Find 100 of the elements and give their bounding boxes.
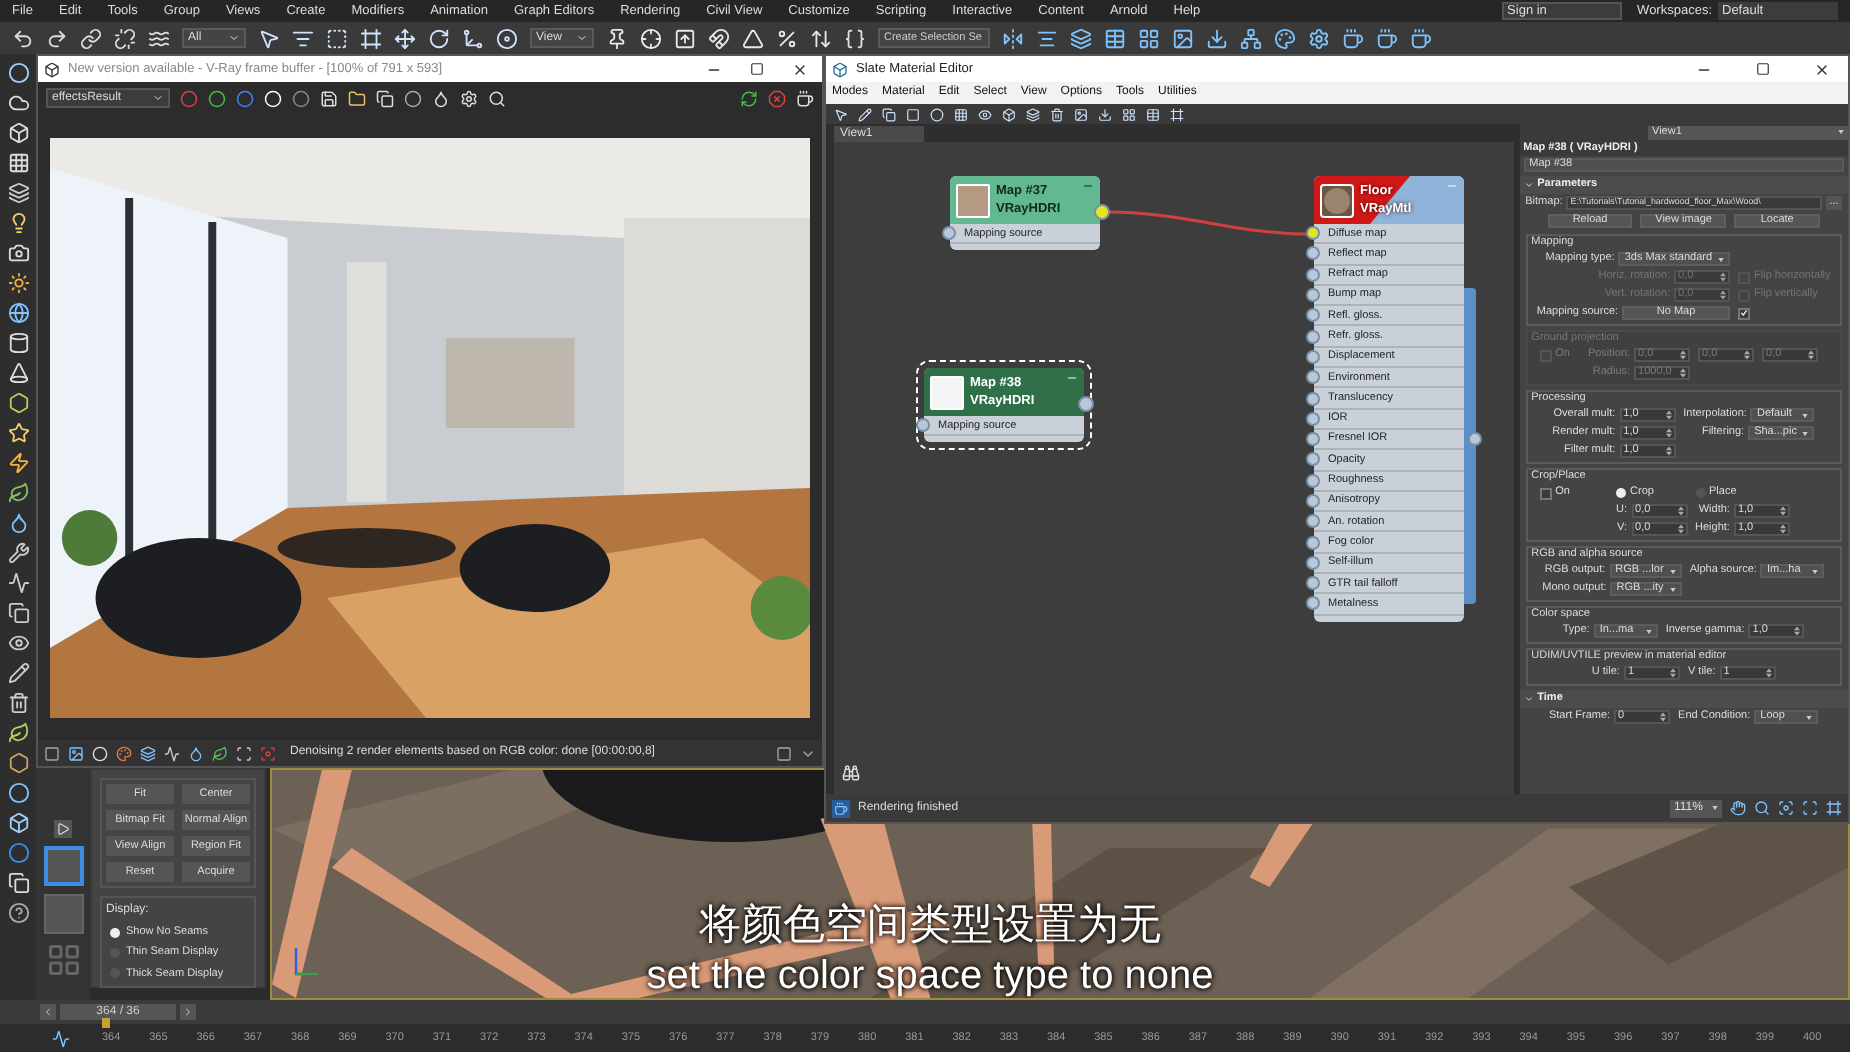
cylinder-icon[interactable]	[7, 332, 29, 354]
image-icon[interactable]	[1172, 27, 1194, 49]
layers-icon[interactable]	[7, 182, 29, 204]
input-socket[interactable]	[1306, 267, 1320, 282]
input-socket[interactable]	[1306, 473, 1320, 488]
percent-icon[interactable]	[776, 27, 798, 49]
droplet-icon[interactable]	[188, 745, 204, 761]
input-socket[interactable]	[1306, 226, 1320, 241]
circle-icon[interactable]	[7, 62, 29, 84]
magnet-icon[interactable]	[708, 27, 730, 49]
output-socket[interactable]	[1094, 204, 1110, 220]
crosshair-icon[interactable]	[640, 27, 662, 49]
settings-icon[interactable]	[460, 89, 478, 107]
layers-icon[interactable]	[1070, 27, 1092, 49]
refresh-icon[interactable]	[740, 89, 758, 107]
cube-icon[interactable]	[7, 122, 29, 144]
input-socket[interactable]	[1306, 391, 1320, 406]
close-icon[interactable]	[792, 61, 808, 77]
input-socket[interactable]	[1306, 246, 1320, 261]
output-socket[interactable]	[1468, 432, 1482, 446]
teapot-icon[interactable]	[796, 89, 814, 107]
unlink-icon[interactable]	[114, 27, 136, 49]
teapot-icon[interactable]	[1410, 27, 1432, 49]
input-socket[interactable]	[1306, 370, 1320, 385]
radio-button[interactable]	[1616, 488, 1627, 498]
channel-dot-icon[interactable]	[236, 89, 254, 107]
wrench-icon[interactable]	[7, 542, 29, 564]
copy-icon[interactable]	[376, 89, 394, 107]
input-socket[interactable]	[1306, 576, 1320, 591]
search-icon[interactable]	[1754, 800, 1770, 816]
input-socket[interactable]	[1306, 432, 1320, 447]
grid-icon[interactable]	[7, 152, 29, 174]
wave-icon[interactable]	[148, 27, 170, 49]
move-icon[interactable]	[394, 27, 416, 49]
lightbulb-icon[interactable]	[7, 212, 29, 234]
scan-icon[interactable]	[1802, 800, 1818, 816]
hexagon-icon[interactable]	[7, 752, 29, 774]
stop-icon[interactable]	[768, 89, 786, 107]
droplet-icon[interactable]	[432, 89, 450, 107]
undo-icon[interactable]	[12, 27, 34, 49]
trash-icon[interactable]	[7, 692, 29, 714]
sphere-icon[interactable]	[7, 782, 29, 804]
schematic-icon[interactable]	[1240, 27, 1262, 49]
play-icon[interactable]	[54, 820, 72, 838]
channel-dot-icon[interactable]	[208, 89, 226, 107]
braces-icon[interactable]	[844, 27, 866, 49]
pencil-icon[interactable]	[858, 107, 872, 121]
download-icon[interactable]	[1206, 27, 1228, 49]
pencil-icon[interactable]	[7, 662, 29, 684]
dashed-square-icon[interactable]	[326, 27, 348, 49]
input-socket[interactable]	[1306, 514, 1320, 529]
trash-icon[interactable]	[1050, 107, 1064, 121]
sun-icon[interactable]	[7, 272, 29, 294]
redo-icon[interactable]	[46, 27, 68, 49]
leaf-icon[interactable]	[7, 722, 29, 744]
output-socket[interactable]	[1078, 396, 1094, 412]
image-icon[interactable]	[68, 745, 84, 761]
square-icon[interactable]	[44, 745, 60, 761]
grid-icon[interactable]	[1138, 27, 1160, 49]
grid-icon[interactable]	[954, 107, 968, 121]
palette-icon[interactable]	[1274, 27, 1296, 49]
copy-icon[interactable]	[882, 107, 896, 121]
input-socket[interactable]	[1306, 349, 1320, 364]
download-icon[interactable]	[1098, 107, 1112, 121]
input-socket[interactable]	[1306, 329, 1320, 344]
pointer-icon[interactable]	[834, 107, 848, 121]
eye-icon[interactable]	[7, 632, 29, 654]
panel-tab[interactable]	[43, 846, 83, 886]
table-icon[interactable]	[1146, 107, 1160, 121]
layers-icon[interactable]	[140, 745, 156, 761]
binoculars-icon[interactable]	[842, 764, 860, 782]
channel-dot-icon[interactable]	[180, 89, 198, 107]
input-socket[interactable]	[1306, 452, 1320, 467]
hand-icon[interactable]	[1730, 800, 1746, 816]
search-icon[interactable]	[488, 89, 506, 107]
input-socket[interactable]	[1306, 288, 1320, 303]
checkbox[interactable]	[1738, 307, 1751, 319]
pointer-icon[interactable]	[258, 27, 280, 49]
up-down-icon[interactable]	[810, 27, 832, 49]
input-socket[interactable]	[1306, 494, 1320, 508]
focus-icon[interactable]	[1778, 800, 1794, 816]
palette-icon[interactable]	[116, 745, 132, 761]
collapse-icon[interactable]	[1066, 372, 1078, 384]
teapot-icon[interactable]	[1376, 27, 1398, 49]
pin-icon[interactable]	[606, 27, 628, 49]
layers-icon[interactable]	[1026, 107, 1040, 121]
hexagon-icon[interactable]	[7, 392, 29, 414]
settings-icon[interactable]	[1308, 27, 1330, 49]
circle-icon[interactable]	[404, 89, 422, 107]
save-icon[interactable]	[320, 89, 338, 107]
leaf-icon[interactable]	[212, 745, 228, 761]
eye-icon[interactable]	[978, 107, 992, 121]
input-socket[interactable]	[942, 226, 956, 241]
scan-icon[interactable]	[236, 745, 252, 761]
link-icon[interactable]	[80, 27, 102, 49]
globe-icon[interactable]	[7, 302, 29, 324]
input-socket[interactable]	[1306, 596, 1320, 611]
curve-icon[interactable]	[52, 1029, 70, 1047]
frame-icon[interactable]	[360, 27, 382, 49]
arrow-square-icon[interactable]	[674, 27, 696, 49]
